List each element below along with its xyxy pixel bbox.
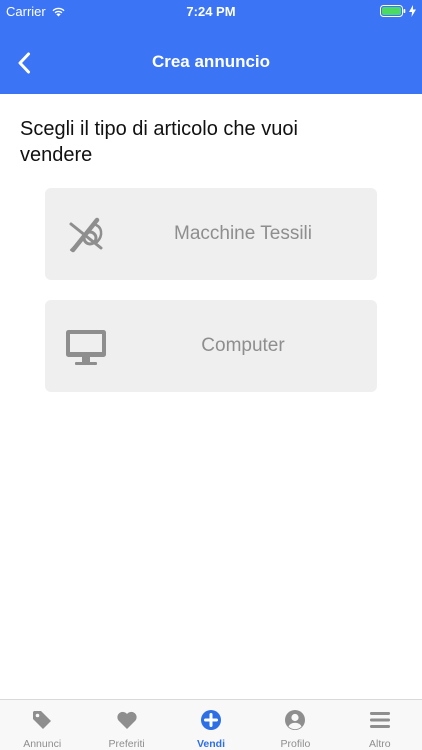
- status-time: 7:24 PM: [186, 4, 236, 19]
- tab-annunci[interactable]: Annunci: [0, 700, 84, 750]
- tab-preferiti[interactable]: Preferiti: [84, 700, 168, 750]
- user-icon: [283, 708, 307, 732]
- monitor-icon: [63, 324, 109, 370]
- tab-altro[interactable]: Altro: [338, 700, 422, 750]
- sewing-tools-icon: [63, 212, 109, 258]
- option-label: Macchine Tessili: [174, 223, 312, 244]
- charging-bolt-icon: [409, 5, 416, 17]
- heart-icon: [115, 708, 139, 732]
- page-title: Crea annuncio: [151, 52, 271, 71]
- battery-icon: [380, 5, 406, 17]
- option-label: Computer: [201, 335, 285, 356]
- battery-indicator: [380, 5, 416, 17]
- status-bar: Carrier 7:24 PM: [0, 0, 422, 24]
- category-prompt: Scegli il tipo di articolo che vuoi vend…: [20, 118, 298, 166]
- option-macchine-tessili[interactable]: Macchine Tessili: [45, 188, 377, 280]
- tab-label: Preferiti: [108, 738, 145, 750]
- menu-icon: [368, 708, 392, 732]
- option-computer[interactable]: Computer: [45, 300, 377, 392]
- tab-vendi[interactable]: Vendi: [169, 700, 253, 750]
- app-header: Carrier 7:24 PM Crea annuncio: [0, 0, 422, 94]
- tab-label: Vendi: [197, 738, 226, 750]
- tab-label: Annunci: [23, 738, 62, 750]
- tag-icon: [30, 708, 54, 732]
- tab-label: Altro: [369, 738, 391, 750]
- plus-circle-icon: [199, 708, 223, 732]
- tab-profilo[interactable]: Profilo: [253, 700, 337, 750]
- tab-bar: Annunci Preferiti Vendi Profilo Altro: [0, 699, 422, 750]
- tab-label: Profilo: [280, 738, 311, 750]
